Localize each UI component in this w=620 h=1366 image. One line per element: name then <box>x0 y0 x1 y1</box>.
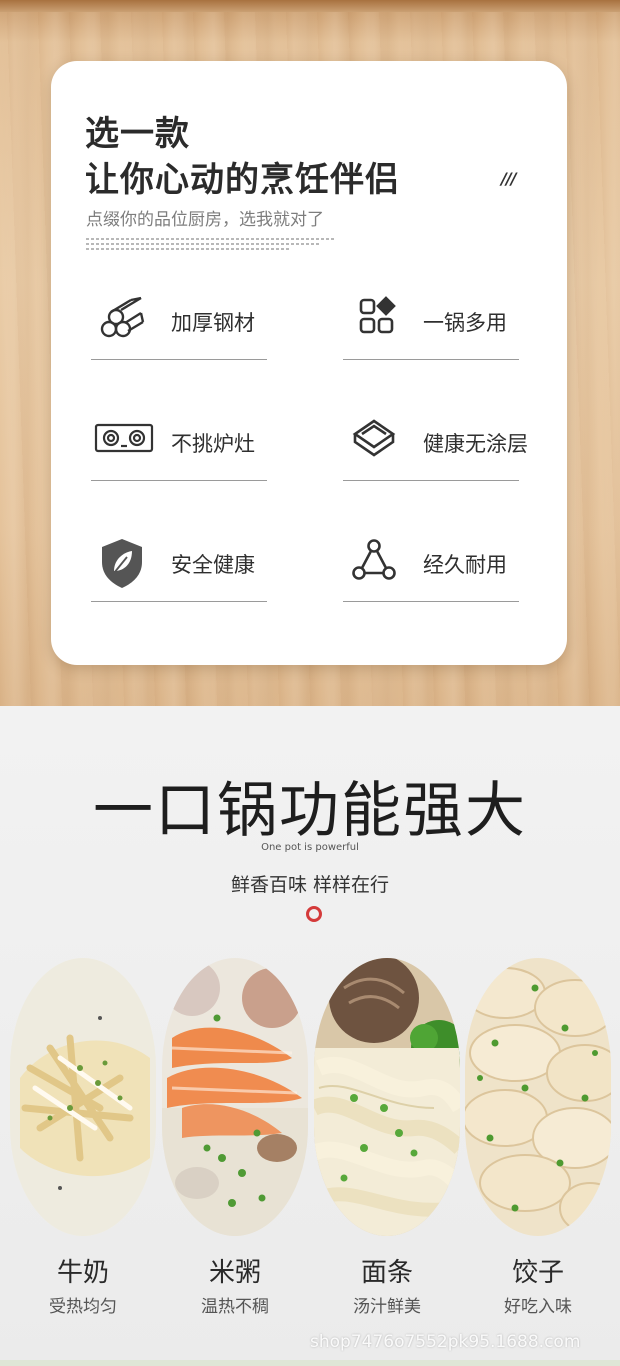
feature-label: 健康无涂层 <box>423 432 528 456</box>
grid-shapes-icon <box>349 295 399 341</box>
stove-icon <box>93 416 155 462</box>
feature-item: 安全健康 <box>91 505 267 602</box>
food-name: 面条 <box>360 1258 413 1288</box>
dumplings-image <box>465 958 611 1236</box>
feature-item: 经久耐用 <box>343 505 519 602</box>
card-title-line2: 让你心动的烹饪伴侣 <box>85 160 400 200</box>
feature-label: 不挑炉灶 <box>171 432 255 456</box>
food-desc: 受热均匀 <box>49 1297 117 1317</box>
nodes-icon <box>349 537 399 583</box>
wood-background: 选一款 让你心动的烹饪伴侣 /// 点缀你的品位厨房，选我就对了 加厚钢材 一锅… <box>0 0 620 706</box>
card-subtitle: 点缀你的品位厨房，选我就对了 <box>86 210 324 230</box>
card-title: 选一款 让你心动的烹饪伴侣 <box>85 111 400 203</box>
feature-item: 健康无涂层 <box>343 384 528 481</box>
food-name: 米粥 <box>208 1258 261 1288</box>
porridge-image <box>162 958 308 1236</box>
divider <box>91 601 267 602</box>
shield-leaf-icon <box>97 537 147 588</box>
divider <box>91 359 267 360</box>
food-desc: 好吃入味 <box>504 1297 572 1317</box>
shop-watermark: shop7476o7552pk95.1688.com <box>310 1332 581 1352</box>
food-name: 牛奶 <box>56 1258 109 1288</box>
section-title: 一口锅功能强大 <box>93 776 527 846</box>
feature-item: 加厚钢材 <box>91 263 267 360</box>
feature-label: 安全健康 <box>171 553 255 577</box>
divider <box>343 601 519 602</box>
section-subtitle-en: One pot is powerful <box>261 842 359 853</box>
steel-rods-icon <box>97 295 147 341</box>
food-desc: 温热不稠 <box>201 1297 269 1317</box>
section-subtitle-cn: 鲜香百味 样样在行 <box>230 874 390 896</box>
feature-card: 选一款 让你心动的烹饪伴侣 /// 点缀你的品位厨房，选我就对了 加厚钢材 一锅… <box>51 61 567 665</box>
divider <box>91 480 267 481</box>
fine-print-line <box>86 248 291 250</box>
divider <box>343 480 519 481</box>
feature-item: 一锅多用 <box>343 263 519 360</box>
milk-image <box>10 958 156 1236</box>
fine-print-line <box>86 243 321 245</box>
divider <box>343 359 519 360</box>
functions-section: 一口锅功能强大 One pot is powerful 鲜香百味 样样在行 牛奶… <box>0 706 620 1366</box>
layers-icon <box>349 416 399 462</box>
card-title-line1: 选一款 <box>85 114 190 154</box>
food-name: 饺子 <box>511 1258 564 1288</box>
feature-label: 一锅多用 <box>423 311 507 335</box>
fine-print-line <box>86 238 336 240</box>
noodles-image <box>314 958 460 1236</box>
feature-item: 不挑炉灶 <box>91 384 267 481</box>
feature-label: 加厚钢材 <box>171 311 255 335</box>
feature-label: 经久耐用 <box>423 553 507 577</box>
bottom-edge <box>0 1360 620 1366</box>
food-desc: 汤汁鲜美 <box>353 1297 421 1317</box>
wood-edge <box>0 0 620 12</box>
slash-decoration: /// <box>501 169 517 188</box>
ring-icon <box>306 906 322 922</box>
